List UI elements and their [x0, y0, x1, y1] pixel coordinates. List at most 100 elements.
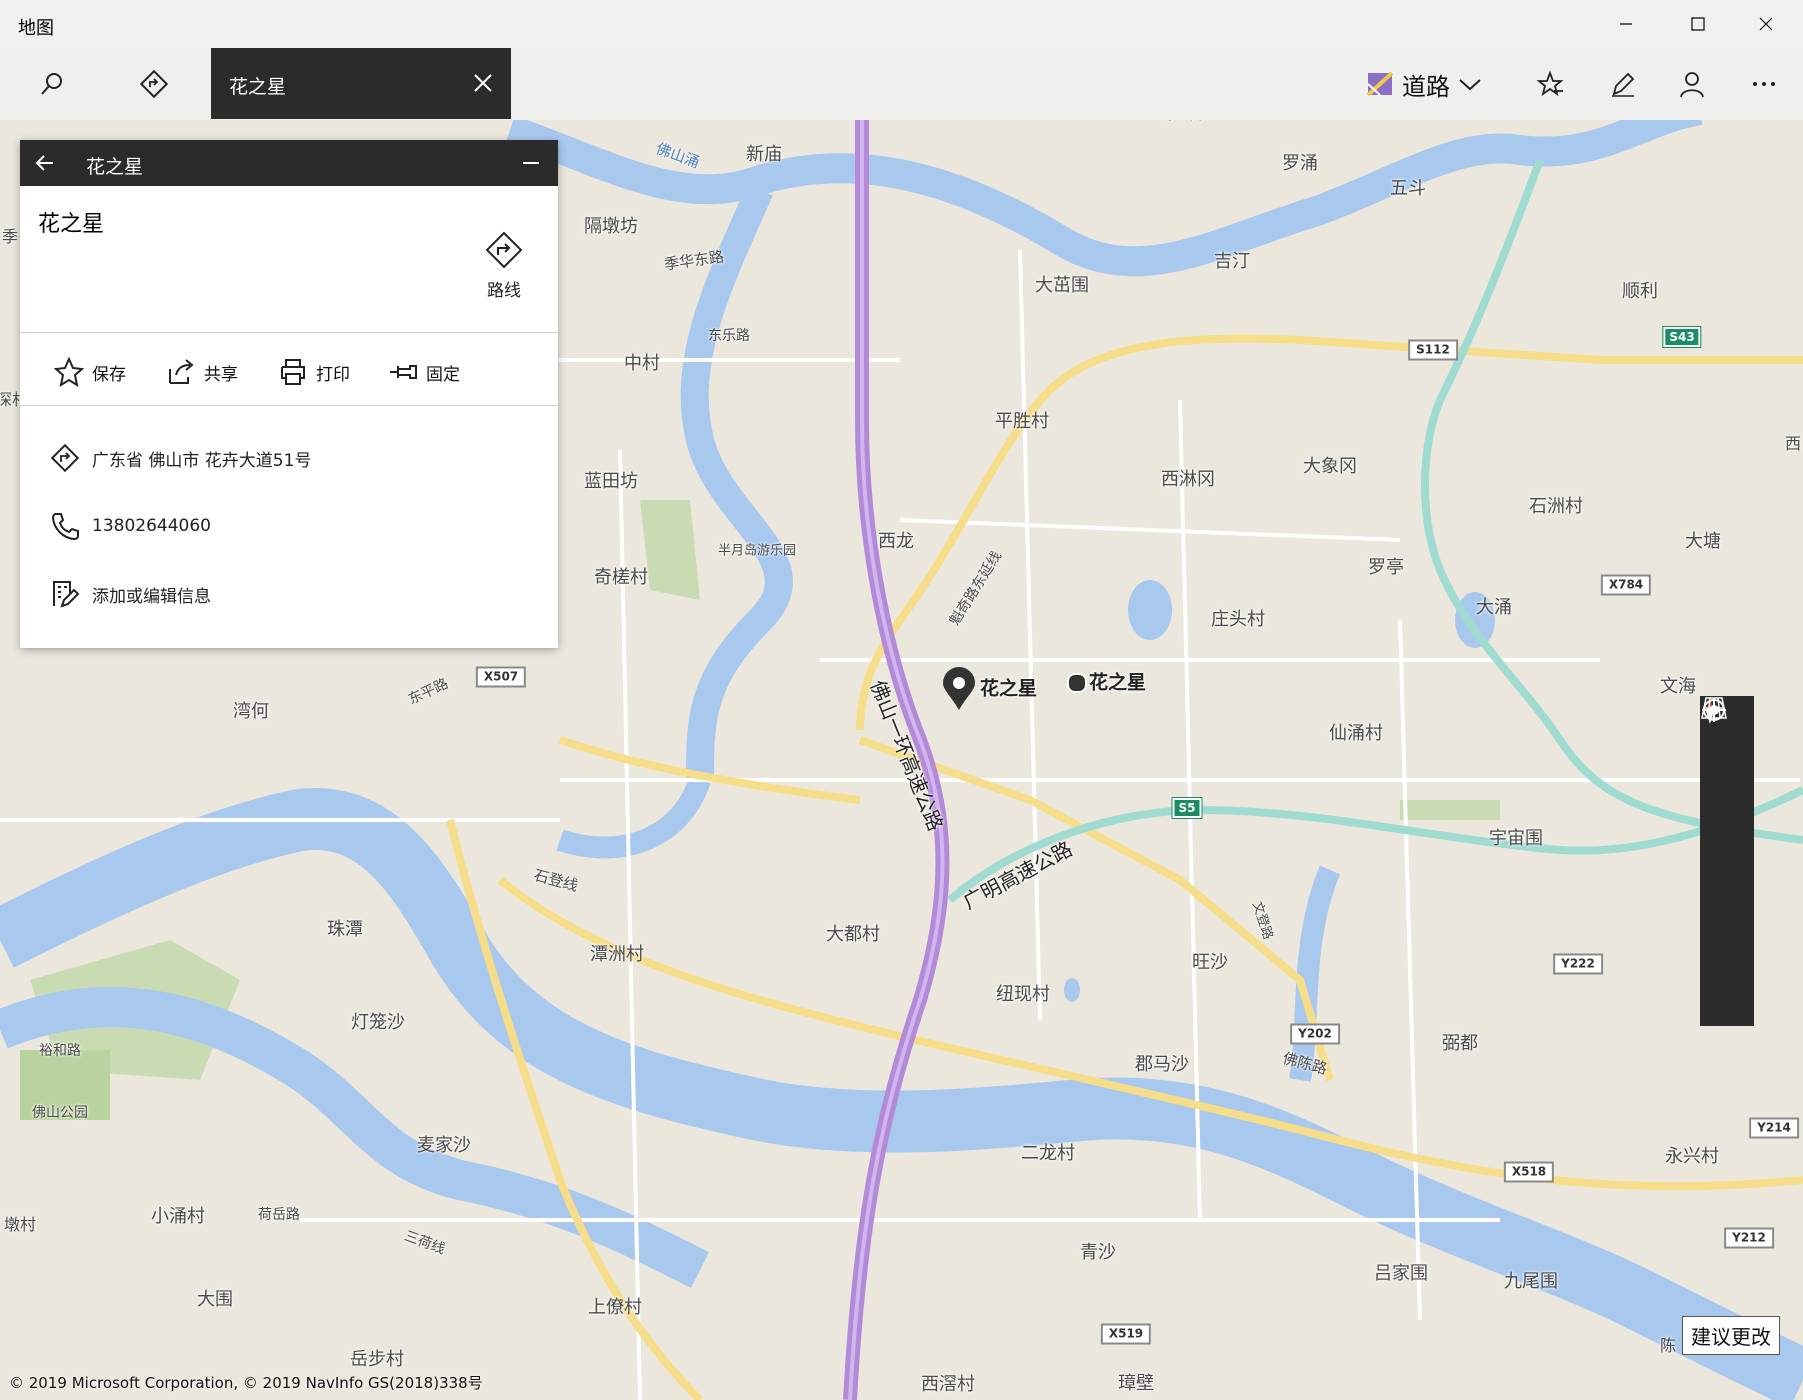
divider	[20, 405, 558, 406]
search-button[interactable]	[26, 58, 78, 110]
edit-building-icon	[53, 581, 80, 608]
user-icon	[1680, 72, 1704, 98]
poi-dot[interactable]	[1067, 673, 1087, 693]
road-sign: Y222	[1553, 953, 1603, 975]
map-label: 石洲村	[1529, 496, 1583, 517]
map-label: 荷岳路	[258, 1207, 300, 1223]
highway-shield: S43	[1662, 326, 1702, 348]
map-label: 灯笼沙	[351, 1012, 405, 1033]
share-label: 共享	[204, 364, 238, 385]
share-icon	[169, 359, 194, 384]
close-icon	[1759, 17, 1773, 31]
tilt-button[interactable]	[1700, 697, 1754, 828]
map-pin-icon	[943, 667, 975, 710]
print-label: 打印	[316, 364, 350, 385]
star-icon	[54, 357, 84, 387]
map-label: 平胜村	[995, 411, 1049, 432]
copyright-text: © 2019 Microsoft Corporation, © 2019 Nav…	[9, 1374, 483, 1392]
print-icon	[281, 359, 305, 385]
map-label: 季	[1, 227, 19, 246]
map-label: 文海	[1660, 676, 1696, 697]
locate-me-button[interactable]	[1700, 699, 1754, 894]
map-label: 纽现村	[996, 984, 1050, 1005]
minimize-button[interactable]	[1596, 0, 1656, 48]
road-map-icon	[1366, 71, 1394, 97]
map-label: 中村	[624, 353, 660, 374]
map-label: 永兴村	[1665, 1146, 1719, 1167]
location-pin[interactable]	[941, 666, 977, 712]
map-label: 大都村	[826, 924, 880, 945]
map-label: 吉汀	[1214, 251, 1250, 272]
account-button[interactable]	[1666, 58, 1718, 110]
panel-minimize-button[interactable]	[514, 146, 548, 180]
pin-button[interactable]: 固定	[388, 352, 460, 392]
map-label: 大围	[197, 1289, 233, 1310]
search-tab-close-button[interactable]	[463, 62, 503, 104]
route-label: 路线	[487, 281, 521, 301]
directions-button[interactable]	[128, 58, 180, 110]
save-label: 保存	[92, 364, 126, 385]
back-button[interactable]	[28, 146, 62, 180]
more-button[interactable]	[1738, 58, 1790, 110]
road-sign: X507	[475, 666, 527, 688]
map-label: 半月岛游乐园	[717, 543, 797, 559]
route-button[interactable]: 路线	[456, 224, 552, 306]
ink-button[interactable]	[1596, 58, 1648, 110]
map-label: 大涌	[1476, 597, 1512, 618]
map-label: 隔墩坊	[584, 216, 638, 237]
close-window-button[interactable]	[1736, 0, 1796, 48]
map-label: 珠潭	[327, 919, 363, 940]
title-bar: 地图	[0, 0, 1803, 48]
map-label: 九尾围	[1504, 1271, 1558, 1292]
map-label: 西龙	[878, 531, 914, 552]
map-label: 大茁围	[1035, 275, 1089, 296]
more-icon	[1753, 82, 1775, 86]
panel-title: 花之星	[86, 156, 144, 178]
suggest-edit-button[interactable]: 建议更改	[1682, 1316, 1780, 1355]
map-label: 佛山公园	[32, 1105, 88, 1121]
phone-icon	[51, 513, 79, 541]
map-label: 罗涌	[1282, 153, 1318, 174]
address-row[interactable]: 广东省 佛山市 花卉大道51号	[50, 440, 311, 476]
road-sign: Y212	[1724, 1227, 1774, 1249]
map-label: 蓝田坊	[584, 471, 638, 492]
map-label: 上僚村	[588, 1297, 642, 1318]
road-sign: X784	[1600, 574, 1652, 596]
maximize-icon	[1691, 17, 1705, 31]
road-sign: Y202	[1290, 1023, 1340, 1045]
panel-header: 花之星	[20, 140, 558, 186]
map-label: 顺利	[1622, 281, 1658, 302]
favorites-button[interactable]	[1524, 58, 1576, 110]
pin-icon	[390, 365, 417, 379]
directions-icon	[50, 443, 80, 473]
edit-info-row[interactable]: 添加或编辑信息	[50, 576, 211, 612]
map-label: 西淋冈	[1161, 469, 1215, 490]
road-sign: S112	[1408, 339, 1458, 361]
map-label: 璋壁	[1118, 1373, 1154, 1394]
search-tab-label: 花之星	[229, 76, 287, 98]
phone-row[interactable]: 13802644060	[50, 508, 211, 544]
road-sign: X518	[1503, 1161, 1555, 1183]
share-button[interactable]: 共享	[166, 352, 238, 392]
map-label: 弼都	[1442, 1033, 1478, 1054]
zoom-in-button[interactable]	[1700, 698, 1754, 960]
minimize-icon	[1620, 23, 1632, 25]
zoom-out-button[interactable]	[1700, 709, 1754, 1026]
maximize-button[interactable]	[1668, 0, 1728, 48]
search-tab[interactable]: 花之星	[211, 48, 511, 119]
save-button[interactable]: 保存	[54, 352, 126, 392]
pin-label[interactable]: 花之星	[980, 674, 1037, 701]
map-label: 麦家沙	[417, 1135, 471, 1156]
map-style-dropdown[interactable]: 道路	[1366, 62, 1482, 106]
map-label: 罗亭	[1368, 557, 1404, 578]
print-button[interactable]: 打印	[278, 352, 350, 392]
poi-label[interactable]: 花之星	[1089, 668, 1146, 695]
chevron-down-icon	[1459, 79, 1481, 91]
map-label: 大塘	[1685, 531, 1721, 552]
map-label: 旺沙	[1192, 952, 1228, 973]
map-label: 墩村	[3, 1215, 37, 1234]
pin-label: 固定	[426, 364, 460, 385]
map-label: 五斗	[1390, 178, 1426, 199]
pen-icon	[1612, 72, 1635, 97]
phone-text: 13802644060	[92, 516, 211, 536]
